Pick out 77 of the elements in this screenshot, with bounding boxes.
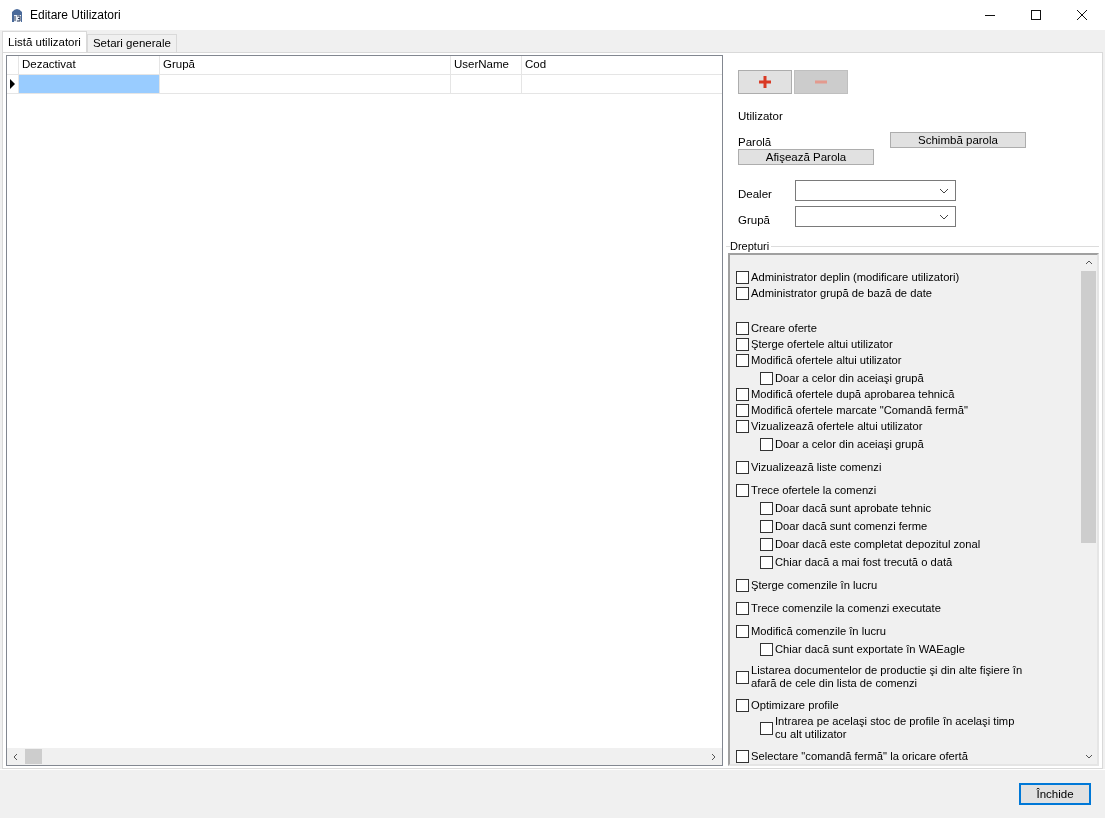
checkbox-label: Doar dacă este completat depozitul zonal bbox=[775, 537, 981, 551]
user-label: Utilizator bbox=[738, 110, 784, 122]
checkbox[interactable] bbox=[736, 403, 749, 417]
checkbox-label: Doar dacă sunt comenzi ferme bbox=[775, 519, 928, 533]
column-header[interactable]: Dezactivat bbox=[19, 56, 160, 74]
add-button[interactable] bbox=[738, 70, 792, 94]
show-password-button[interactable]: Afişează Parola bbox=[738, 149, 874, 165]
horizontal-scrollbar[interactable] bbox=[7, 748, 722, 765]
checkbox-label: Modifică ofertele altui utilizator bbox=[751, 353, 902, 367]
checkbox-label: Listarea documentelor de productie şi din alte fişiere în afară de cele din lista de comenzi bbox=[751, 664, 1023, 690]
checkbox[interactable] bbox=[736, 698, 749, 712]
checkbox[interactable] bbox=[760, 437, 773, 451]
checkbox[interactable] bbox=[736, 670, 749, 684]
chevron-down-icon bbox=[939, 187, 949, 194]
checkbox[interactable] bbox=[760, 501, 773, 515]
chevron-down-icon bbox=[939, 213, 949, 220]
checkbox-label: Creare oferte bbox=[751, 321, 817, 335]
checkbox[interactable] bbox=[736, 353, 749, 367]
plus-icon bbox=[759, 76, 771, 88]
checkbox[interactable] bbox=[760, 371, 773, 385]
checkbox-label: Vizualizează liste comenzi bbox=[751, 460, 882, 474]
checkbox[interactable] bbox=[736, 749, 749, 763]
checkbox-label: Administrator deplin (modificare utilizatori) bbox=[751, 270, 960, 284]
checkbox-label: Modifică ofertele după aprobarea tehnică bbox=[751, 387, 955, 401]
checkbox[interactable] bbox=[760, 721, 773, 735]
close-icon[interactable] bbox=[1076, 9, 1088, 21]
column-header[interactable]: Cod bbox=[522, 56, 722, 74]
checkbox[interactable] bbox=[736, 321, 749, 335]
tab[interactable]: Setari generale bbox=[86, 34, 177, 52]
checkbox-label: Doar a celor din aceiaşi grupă bbox=[775, 437, 924, 451]
checkbox[interactable] bbox=[736, 601, 749, 615]
checkbox[interactable] bbox=[736, 270, 749, 284]
dropdown-field[interactable] bbox=[795, 206, 956, 227]
checkbox[interactable] bbox=[760, 519, 773, 533]
close-button[interactable]: Închide bbox=[1019, 783, 1091, 805]
scroll-thumb[interactable] bbox=[1081, 271, 1096, 543]
tab[interactable]: Listă utilizatori bbox=[2, 31, 87, 52]
checkbox[interactable] bbox=[760, 537, 773, 551]
checkbox[interactable] bbox=[736, 483, 749, 497]
selected-cell[interactable] bbox=[19, 75, 160, 93]
checkbox-label: Intrarea pe acelaşi stoc de profile în acelaşi timp cu alt utilizator bbox=[775, 715, 1016, 741]
checkbox-label: Trece ofertele la comenzi bbox=[751, 483, 877, 497]
field-label: Dealer bbox=[738, 188, 773, 201]
checkbox[interactable] bbox=[736, 624, 749, 638]
checkbox[interactable] bbox=[736, 419, 749, 433]
column-header[interactable]: Grupă bbox=[160, 56, 451, 74]
checkbox-label: Chiar dacă sunt exportate în WAEagle bbox=[775, 642, 965, 656]
dropdown-field[interactable] bbox=[795, 180, 956, 201]
window-title: Editare Utilizatori bbox=[30, 8, 121, 22]
checkbox[interactable] bbox=[736, 460, 749, 474]
app-icon bbox=[10, 7, 24, 23]
field-label: Grupă bbox=[738, 214, 771, 227]
checkbox-label: Trece comenzile la comenzi executate bbox=[751, 601, 941, 615]
change-password-button[interactable]: Schimbă parola bbox=[890, 132, 1026, 148]
checkbox-label: Doar a celor din aceiaşi grupă bbox=[775, 371, 924, 385]
checkbox-label: Doar dacă sunt aprobate tehnic bbox=[775, 501, 932, 515]
checkbox[interactable] bbox=[736, 286, 749, 300]
checkbox[interactable] bbox=[736, 337, 749, 351]
checkbox-label: Modifică comenzile în lucru bbox=[751, 624, 886, 638]
checkbox-label: Şterge comenzile în lucru bbox=[751, 578, 878, 592]
checkbox[interactable] bbox=[736, 387, 749, 401]
checkbox-label: Optimizare profile bbox=[751, 698, 839, 712]
checkbox-label: Şterge ofertele altui utilizator bbox=[751, 337, 893, 351]
maximize-icon[interactable] bbox=[1030, 9, 1042, 21]
checkbox[interactable] bbox=[760, 642, 773, 656]
column-header[interactable]: UserName bbox=[451, 56, 522, 74]
checkbox-label: Modifică ofertele marcate "Comandă fermă" bbox=[751, 403, 968, 417]
minus-icon bbox=[815, 80, 827, 84]
checkbox[interactable] bbox=[760, 555, 773, 569]
checkbox-label: Administrator grupă de bază de date bbox=[751, 286, 932, 300]
checkbox-label: Vizualizează ofertele altui utilizator bbox=[751, 419, 923, 433]
rights-group-title: Drepturi bbox=[730, 240, 772, 252]
checkbox[interactable] bbox=[736, 578, 749, 592]
checkbox-label: Chiar dacă a mai fost trecută o dată bbox=[775, 555, 953, 569]
password-label: Parolă bbox=[738, 136, 773, 148]
scroll-thumb[interactable] bbox=[25, 749, 42, 764]
checkbox-label: Selectare "comandă fermă" la oricare ofertă bbox=[751, 749, 968, 763]
